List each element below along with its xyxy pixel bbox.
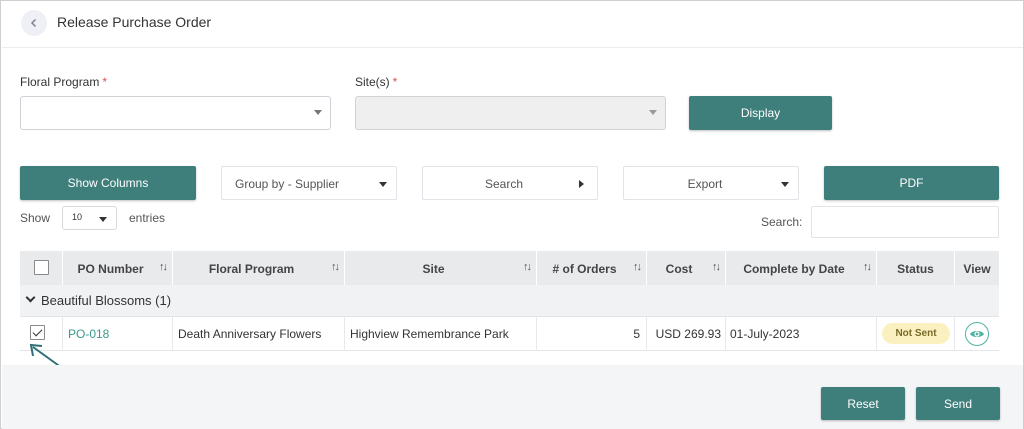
col-status: Status bbox=[877, 251, 955, 285]
site-cell: Highview Remembrance Park bbox=[345, 317, 537, 351]
col-po-number[interactable]: PO Number ↑↓ bbox=[63, 251, 173, 285]
required-marker: * bbox=[102, 75, 108, 89]
entries-label: entries bbox=[129, 211, 166, 225]
group-label: Beautiful Blossoms (1) bbox=[41, 293, 172, 308]
display-button[interactable]: Display bbox=[689, 96, 832, 130]
group-by-dropdown[interactable]: Group by - Supplier bbox=[221, 166, 397, 200]
export-dropdown[interactable]: Export bbox=[623, 166, 799, 200]
chevron-down-icon bbox=[25, 292, 36, 303]
floral-program-label: Floral Program * bbox=[20, 75, 107, 89]
sort-icon: ↑↓ bbox=[523, 261, 532, 273]
orders-cell: 5 bbox=[537, 317, 647, 351]
export-label: Export bbox=[687, 177, 723, 191]
col-status-label: Status bbox=[897, 262, 934, 276]
col-floral-program[interactable]: Floral Program ↑↓ bbox=[173, 251, 345, 285]
table-header: PO Number ↑↓ Floral Program ↑↓ Site ↑↓ #… bbox=[20, 251, 999, 285]
required-marker: * bbox=[392, 75, 398, 89]
floral-program-select[interactable] bbox=[20, 96, 331, 130]
chevron-right-icon bbox=[579, 180, 584, 188]
page-header: Release Purchase Order bbox=[2, 2, 1023, 48]
sites-label-text: Site(s) bbox=[355, 75, 390, 89]
select-all-checkbox[interactable] bbox=[34, 260, 49, 275]
chevron-down-icon bbox=[649, 110, 657, 115]
sort-icon: ↑↓ bbox=[331, 261, 340, 273]
po-number-link[interactable]: PO-018 bbox=[68, 327, 109, 341]
view-cell bbox=[955, 317, 999, 351]
sort-icon: ↑↓ bbox=[863, 261, 872, 273]
window: Release Purchase Order Floral Program * S… bbox=[0, 0, 1024, 429]
col-cost-label: Cost bbox=[665, 262, 693, 276]
group-row[interactable]: Beautiful Blossoms (1) bbox=[20, 285, 999, 317]
send-button[interactable]: Send bbox=[916, 387, 1000, 420]
search-button[interactable]: Search bbox=[422, 166, 598, 200]
cost-value: USD 269.93 bbox=[655, 327, 721, 341]
sort-icon: ↑↓ bbox=[159, 261, 168, 273]
col-floral-program-label: Floral Program bbox=[208, 262, 295, 276]
select-all-column bbox=[20, 251, 63, 285]
site-value: Highview Remembrance Park bbox=[350, 327, 509, 341]
cost-cell: USD 269.93 bbox=[647, 317, 726, 351]
footer-bar: Reset Send bbox=[2, 365, 1023, 429]
complete-by-date-value: 01-July-2023 bbox=[730, 327, 800, 341]
col-po-number-label: PO Number bbox=[77, 262, 144, 276]
col-site-label: Site bbox=[422, 262, 445, 276]
sites-label: Site(s) * bbox=[355, 75, 397, 89]
floral-program-cell: Death Anniversary Flowers bbox=[173, 317, 345, 351]
chevron-down-icon bbox=[379, 182, 387, 187]
col-cost[interactable]: Cost ↑↓ bbox=[647, 251, 726, 285]
orders-value: 5 bbox=[633, 327, 640, 341]
po-number-cell: PO-018 bbox=[63, 317, 173, 351]
row-checkbox[interactable] bbox=[30, 325, 45, 340]
sort-icon: ↑↓ bbox=[633, 261, 642, 273]
complete-by-date-cell: 01-July-2023 bbox=[726, 317, 877, 351]
sites-select[interactable] bbox=[355, 96, 666, 130]
page-title: Release Purchase Order bbox=[57, 14, 212, 30]
col-site[interactable]: Site ↑↓ bbox=[345, 251, 537, 285]
pdf-button[interactable]: PDF bbox=[824, 166, 999, 200]
group-by-label: Group by - Supplier bbox=[235, 177, 340, 191]
col-complete-by-date[interactable]: Complete by Date ↑↓ bbox=[726, 251, 877, 285]
floral-program-value: Death Anniversary Flowers bbox=[178, 327, 322, 341]
show-label: Show bbox=[20, 211, 51, 225]
search-label: Search: bbox=[761, 215, 803, 229]
sort-icon: ↑↓ bbox=[712, 261, 721, 273]
status-cell: Not Sent bbox=[877, 317, 955, 351]
chevron-left-icon bbox=[30, 18, 37, 28]
col-view: View bbox=[955, 251, 999, 285]
col-view-label: View bbox=[963, 262, 991, 276]
col-orders[interactable]: # of Orders ↑↓ bbox=[537, 251, 647, 285]
entries-value: 10 bbox=[72, 212, 83, 222]
chevron-down-icon bbox=[314, 110, 322, 115]
eye-icon bbox=[970, 331, 984, 337]
search-input[interactable] bbox=[811, 206, 999, 238]
view-button[interactable] bbox=[965, 322, 989, 346]
table-row: PO-018 Death Anniversary Flowers Highvie… bbox=[20, 317, 999, 351]
status-badge: Not Sent bbox=[882, 323, 950, 344]
col-complete-by-date-label: Complete by Date bbox=[743, 262, 845, 276]
entries-select[interactable]: 10 bbox=[62, 206, 117, 230]
show-columns-button[interactable]: Show Columns bbox=[20, 166, 196, 200]
floral-program-label-text: Floral Program bbox=[20, 75, 100, 89]
chevron-down-icon bbox=[781, 182, 789, 187]
chevron-down-icon bbox=[99, 217, 107, 222]
col-orders-label: # of Orders bbox=[552, 262, 617, 276]
reset-button[interactable]: Reset bbox=[821, 387, 905, 420]
back-button[interactable] bbox=[21, 10, 47, 36]
search-button-label: Search bbox=[484, 177, 524, 191]
